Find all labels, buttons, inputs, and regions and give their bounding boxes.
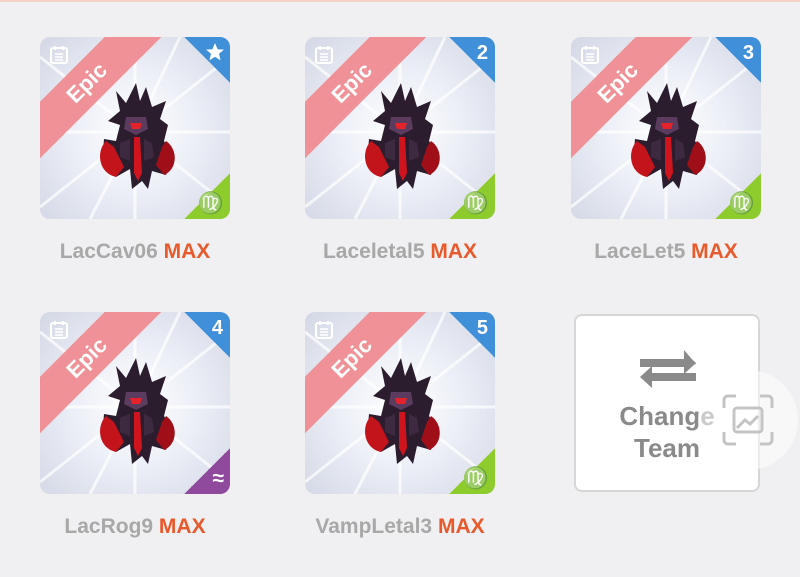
slot-number-badge: 4 xyxy=(184,312,230,358)
monster-tile[interactable]: Epic 5 ♍ xyxy=(305,312,495,494)
max-level-label: MAX xyxy=(430,240,478,263)
zodiac-aquarius-badge: ≈ xyxy=(184,448,230,494)
calendar-icon xyxy=(315,321,333,339)
monster-name: LacCav06 xyxy=(59,240,158,263)
slot-number: 3 xyxy=(742,42,754,64)
max-level-label: MAX xyxy=(158,515,206,538)
calendar-icon xyxy=(50,321,68,339)
swap-arrows-icon xyxy=(640,350,696,388)
monster-tile[interactable]: Epic 2 ♍ xyxy=(305,37,495,219)
slot-number: 2 xyxy=(476,42,488,64)
monster-tile[interactable]: Epic ♍ xyxy=(40,37,230,219)
max-level-label: MAX xyxy=(163,240,211,263)
zodiac-sign: ≈ xyxy=(212,467,224,490)
screenshot-icon xyxy=(722,394,774,446)
star-icon xyxy=(206,43,224,61)
slot-number-badge: 3 xyxy=(715,37,761,83)
monster-name-label: LaceLet5 MAX xyxy=(571,240,761,264)
monster-name: VampLetal3 xyxy=(315,515,433,538)
zodiac-virgo-badge: ♍ xyxy=(184,173,230,219)
monster-name-label: VampLetal3 MAX xyxy=(305,515,495,539)
monster-name: Laceletal5 xyxy=(322,240,425,263)
monster-card-2[interactable]: Epic 2 ♍ Laceletal5 MAX xyxy=(305,37,495,277)
max-level-label: MAX xyxy=(691,240,738,263)
monster-tile[interactable]: Epic 4 ≈ xyxy=(40,312,230,494)
zodiac-sign: ♍ xyxy=(197,192,224,215)
screenshot-overlay-button[interactable] xyxy=(698,370,798,470)
monster-card-3[interactable]: Epic 3 ♍ LaceLet5 MAX xyxy=(571,37,761,277)
monster-name: LaceLet5 xyxy=(594,240,686,263)
zodiac-sign: ♍ xyxy=(462,192,489,215)
monster-card-5[interactable]: Epic 5 ♍ VampLetal3 MAX xyxy=(305,312,495,552)
zodiac-virgo-badge: ♍ xyxy=(449,173,495,219)
monster-card-1[interactable]: Epic ♍ LacCav06 MAX xyxy=(40,37,230,277)
slot-number: 4 xyxy=(211,317,223,339)
calendar-icon xyxy=(315,46,333,64)
slot-number: 5 xyxy=(476,317,488,339)
monster-name: LacRog9 xyxy=(64,515,154,538)
monster-name-label: Laceletal5 MAX xyxy=(305,240,495,264)
leader-star-badge xyxy=(184,37,230,83)
monster-name-label: LacRog9 MAX xyxy=(40,515,230,539)
max-level-label: MAX xyxy=(437,515,485,538)
zodiac-sign: ♍ xyxy=(462,467,489,490)
monster-name-label: LacCav06 MAX xyxy=(40,240,230,264)
monster-tile[interactable]: Epic 3 ♍ xyxy=(571,37,761,219)
calendar-icon xyxy=(50,46,68,64)
monster-card-4[interactable]: Epic 4 ≈ LacRog9 MAX xyxy=(40,312,230,552)
zodiac-virgo-badge: ♍ xyxy=(715,173,761,219)
top-divider xyxy=(0,0,800,2)
zodiac-virgo-badge: ♍ xyxy=(449,448,495,494)
zodiac-sign: ♍ xyxy=(728,192,755,215)
slot-number-badge: 2 xyxy=(449,37,495,83)
calendar-icon xyxy=(581,46,599,64)
slot-number-badge: 5 xyxy=(449,312,495,358)
